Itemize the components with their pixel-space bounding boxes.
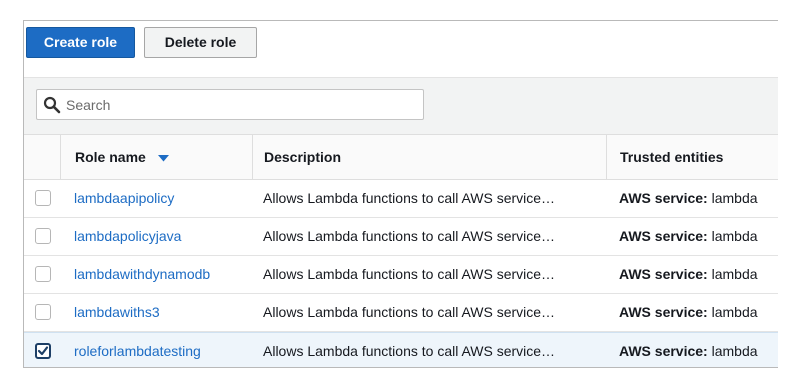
column-header-description[interactable]: Description xyxy=(252,135,606,179)
row-checkbox-cell xyxy=(24,180,60,217)
search-placeholder: Search xyxy=(66,97,111,113)
role-name-link[interactable]: roleforlambdatesting xyxy=(74,333,250,367)
column-label-description: Description xyxy=(264,149,342,165)
role-name-link[interactable]: lambdawithdynamodb xyxy=(74,256,250,293)
role-description: Allows Lambda functions to call AWS serv… xyxy=(263,343,556,359)
column-label-role-name: Role name xyxy=(75,149,146,165)
table-header: Role name Description Trusted entities xyxy=(24,134,778,180)
trusted-entity-type: AWS service: xyxy=(619,304,708,320)
caret-down-icon[interactable] xyxy=(157,154,169,162)
column-header-role-name[interactable]: Role name xyxy=(60,135,252,179)
checkmark-icon xyxy=(37,346,49,356)
table-row[interactable]: lambdawithdynamodb Allows Lambda function… xyxy=(24,256,778,294)
trusted-entity-type: AWS service: xyxy=(619,266,708,282)
create-role-button[interactable]: Create role xyxy=(26,27,135,58)
row-checkbox-cell xyxy=(24,294,60,331)
role-trusted-entities: AWS service: lambda xyxy=(619,294,778,331)
row-checkbox-cell xyxy=(24,333,60,367)
role-name-link[interactable]: lambdawiths3 xyxy=(74,294,250,331)
role-description: Allows Lambda functions to call AWS serv… xyxy=(263,228,556,244)
role-trusted-entities: AWS service: lambda xyxy=(619,218,778,255)
role-description: Allows Lambda functions to call AWS serv… xyxy=(263,304,556,320)
role-trusted-entities: AWS service: lambda xyxy=(619,256,778,293)
row-checkbox[interactable] xyxy=(35,190,51,206)
table-row[interactable]: lambdapolicyjava Allows Lambda functions … xyxy=(24,218,778,256)
header-checkbox-column xyxy=(24,135,60,179)
toolbar: Create role Delete role xyxy=(24,21,778,77)
roles-panel: Create role Delete role Search Role name… xyxy=(23,20,778,368)
role-trusted-entities: AWS service: lambda xyxy=(619,180,778,217)
row-checkbox[interactable] xyxy=(35,343,51,359)
table-body: lambdaapipolicy Allows Lambda functions t… xyxy=(24,180,778,367)
table-row[interactable]: roleforlambdatesting Allows Lambda functi… xyxy=(24,332,778,367)
role-trusted-entities: AWS service: lambda xyxy=(619,333,778,367)
delete-role-button[interactable]: Delete role xyxy=(144,27,257,58)
trusted-entity-value: lambda xyxy=(711,190,758,206)
trusted-entity-value: lambda xyxy=(711,304,758,320)
trusted-entity-value: lambda xyxy=(711,266,758,282)
trusted-entity-type: AWS service: xyxy=(619,190,708,206)
table-row[interactable]: lambdaapipolicy Allows Lambda functions t… xyxy=(24,180,778,218)
column-label-trusted-entities: Trusted entities xyxy=(620,149,724,165)
search-bar: Search xyxy=(24,77,778,135)
role-description: Allows Lambda functions to call AWS serv… xyxy=(263,190,556,206)
search-icon xyxy=(43,96,61,114)
trusted-entity-value: lambda xyxy=(711,228,758,244)
row-checkbox-cell xyxy=(24,218,60,255)
row-checkbox[interactable] xyxy=(35,304,51,320)
roles-table: Role name Description Trusted entities l… xyxy=(24,134,778,367)
trusted-entity-type: AWS service: xyxy=(619,343,708,359)
row-checkbox[interactable] xyxy=(35,228,51,244)
role-name-link[interactable]: lambdapolicyjava xyxy=(74,218,250,255)
search-input[interactable]: Search xyxy=(36,89,424,120)
role-description: Allows Lambda functions to call AWS serv… xyxy=(263,266,556,282)
row-checkbox[interactable] xyxy=(35,266,51,282)
row-checkbox-cell xyxy=(24,256,60,293)
column-header-trusted-entities[interactable]: Trusted entities xyxy=(606,135,778,179)
trusted-entity-value: lambda xyxy=(711,343,758,359)
role-name-link[interactable]: lambdaapipolicy xyxy=(74,180,250,217)
table-row[interactable]: lambdawiths3 Allows Lambda functions to c… xyxy=(24,294,778,332)
trusted-entity-type: AWS service: xyxy=(619,228,708,244)
